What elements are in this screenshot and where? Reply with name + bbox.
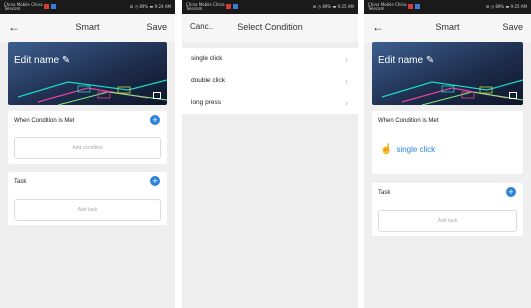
edit-name[interactable]: Edit name ✎ bbox=[14, 55, 70, 66]
notification-icon bbox=[233, 4, 238, 9]
status-right: ☒ ◷ 89% ▬ 9:25 AM bbox=[485, 4, 527, 9]
banner-image bbox=[372, 42, 523, 105]
edit-name-label: Edit name bbox=[378, 55, 424, 66]
chevron-right-icon: › bbox=[345, 76, 348, 86]
image-icon[interactable] bbox=[153, 92, 161, 99]
page-title: Select Condition bbox=[237, 22, 303, 32]
selected-condition-label: single click bbox=[396, 145, 436, 154]
task-label: Task bbox=[378, 190, 391, 196]
add-condition-button[interactable]: Add condition bbox=[14, 137, 161, 159]
notification-icons bbox=[226, 4, 238, 9]
carrier-text: China Mobile China Telecom bbox=[4, 2, 43, 11]
add-task-plus-icon[interactable]: + bbox=[150, 176, 160, 186]
screen-smart-empty: China Mobile China Telecom ☒ ◷ 89% ▬ 9:2… bbox=[0, 0, 175, 308]
option-double-click[interactable]: double click › bbox=[182, 70, 358, 92]
task-card: Task + Add task bbox=[8, 172, 167, 225]
condition-label: When Condition is Met bbox=[14, 118, 75, 124]
condition-options-list: single click › double click › long press… bbox=[182, 48, 358, 114]
add-task-button[interactable]: Add task bbox=[378, 210, 517, 232]
option-label: single click bbox=[191, 55, 223, 62]
chevron-right-icon: › bbox=[345, 54, 348, 64]
edit-name[interactable]: Edit name ✎ bbox=[378, 55, 434, 66]
scene-banner[interactable]: Edit name ✎ bbox=[372, 42, 523, 105]
carrier-text: China Mobile China Telecom bbox=[368, 2, 407, 11]
notification-icons bbox=[44, 4, 56, 9]
option-label: long press bbox=[191, 99, 221, 106]
screenshot: China Mobile China Telecom ☒ ◷ 89% ▬ 9:2… bbox=[0, 0, 531, 308]
status-right: ☒ ◷ 89% ▬ 9:24 AM bbox=[129, 4, 171, 9]
selected-condition[interactable]: ☝ single click bbox=[380, 144, 435, 155]
condition-card: When Condition is Met ☝ single click bbox=[372, 111, 523, 174]
add-task-button[interactable]: Add task bbox=[14, 199, 161, 221]
chevron-right-icon: › bbox=[345, 98, 348, 108]
banner-image bbox=[8, 42, 167, 105]
option-long-press[interactable]: long press › bbox=[182, 92, 358, 114]
save-button[interactable]: Save bbox=[146, 22, 167, 32]
screen-smart-filled: China Mobile China Telecom ☒ ◷ 89% ▬ 9:2… bbox=[364, 0, 531, 308]
status-bar: China Mobile China Telecom ☒ ◷ 89% ▬ 9:2… bbox=[182, 0, 358, 14]
add-task-plus-icon[interactable]: + bbox=[506, 187, 516, 197]
pencil-icon: ✎ bbox=[61, 55, 71, 66]
notification-icon bbox=[415, 4, 420, 9]
status-right: ☒ ◷ 89% ▬ 9:25 AM bbox=[312, 4, 354, 9]
notification-icons bbox=[408, 4, 420, 9]
notification-icon bbox=[226, 4, 231, 9]
screen-select-condition: China Mobile China Telecom ☒ ◷ 89% ▬ 9:2… bbox=[182, 0, 358, 308]
notification-icon bbox=[408, 4, 413, 9]
notification-icon bbox=[44, 4, 49, 9]
carrier-text: China Mobile China Telecom bbox=[186, 2, 225, 11]
task-label: Task bbox=[14, 179, 27, 185]
nav-bar: Canc.. Select Condition bbox=[182, 14, 358, 42]
notification-icon bbox=[51, 4, 56, 9]
option-single-click[interactable]: single click › bbox=[182, 48, 358, 70]
image-icon[interactable] bbox=[509, 92, 517, 99]
option-label: double click bbox=[191, 77, 225, 84]
nav-bar: ← Smart Save bbox=[364, 14, 531, 42]
status-bar: China Mobile China Telecom ☒ ◷ 89% ▬ 9:2… bbox=[364, 0, 531, 14]
touch-icon: ☝ bbox=[380, 144, 393, 155]
pencil-icon: ✎ bbox=[425, 55, 435, 66]
nav-bar: ← Smart Save bbox=[0, 14, 175, 42]
condition-card: When Condition is Met + Add condition bbox=[8, 111, 167, 164]
edit-name-label: Edit name bbox=[14, 55, 60, 66]
save-button[interactable]: Save bbox=[502, 22, 523, 32]
task-card: Task + Add task bbox=[372, 183, 523, 236]
status-bar: China Mobile China Telecom ☒ ◷ 89% ▬ 9:2… bbox=[0, 0, 175, 14]
add-condition-plus-icon[interactable]: + bbox=[150, 115, 160, 125]
condition-label: When Condition is Met bbox=[378, 118, 439, 124]
scene-banner[interactable]: Edit name ✎ bbox=[8, 42, 167, 105]
